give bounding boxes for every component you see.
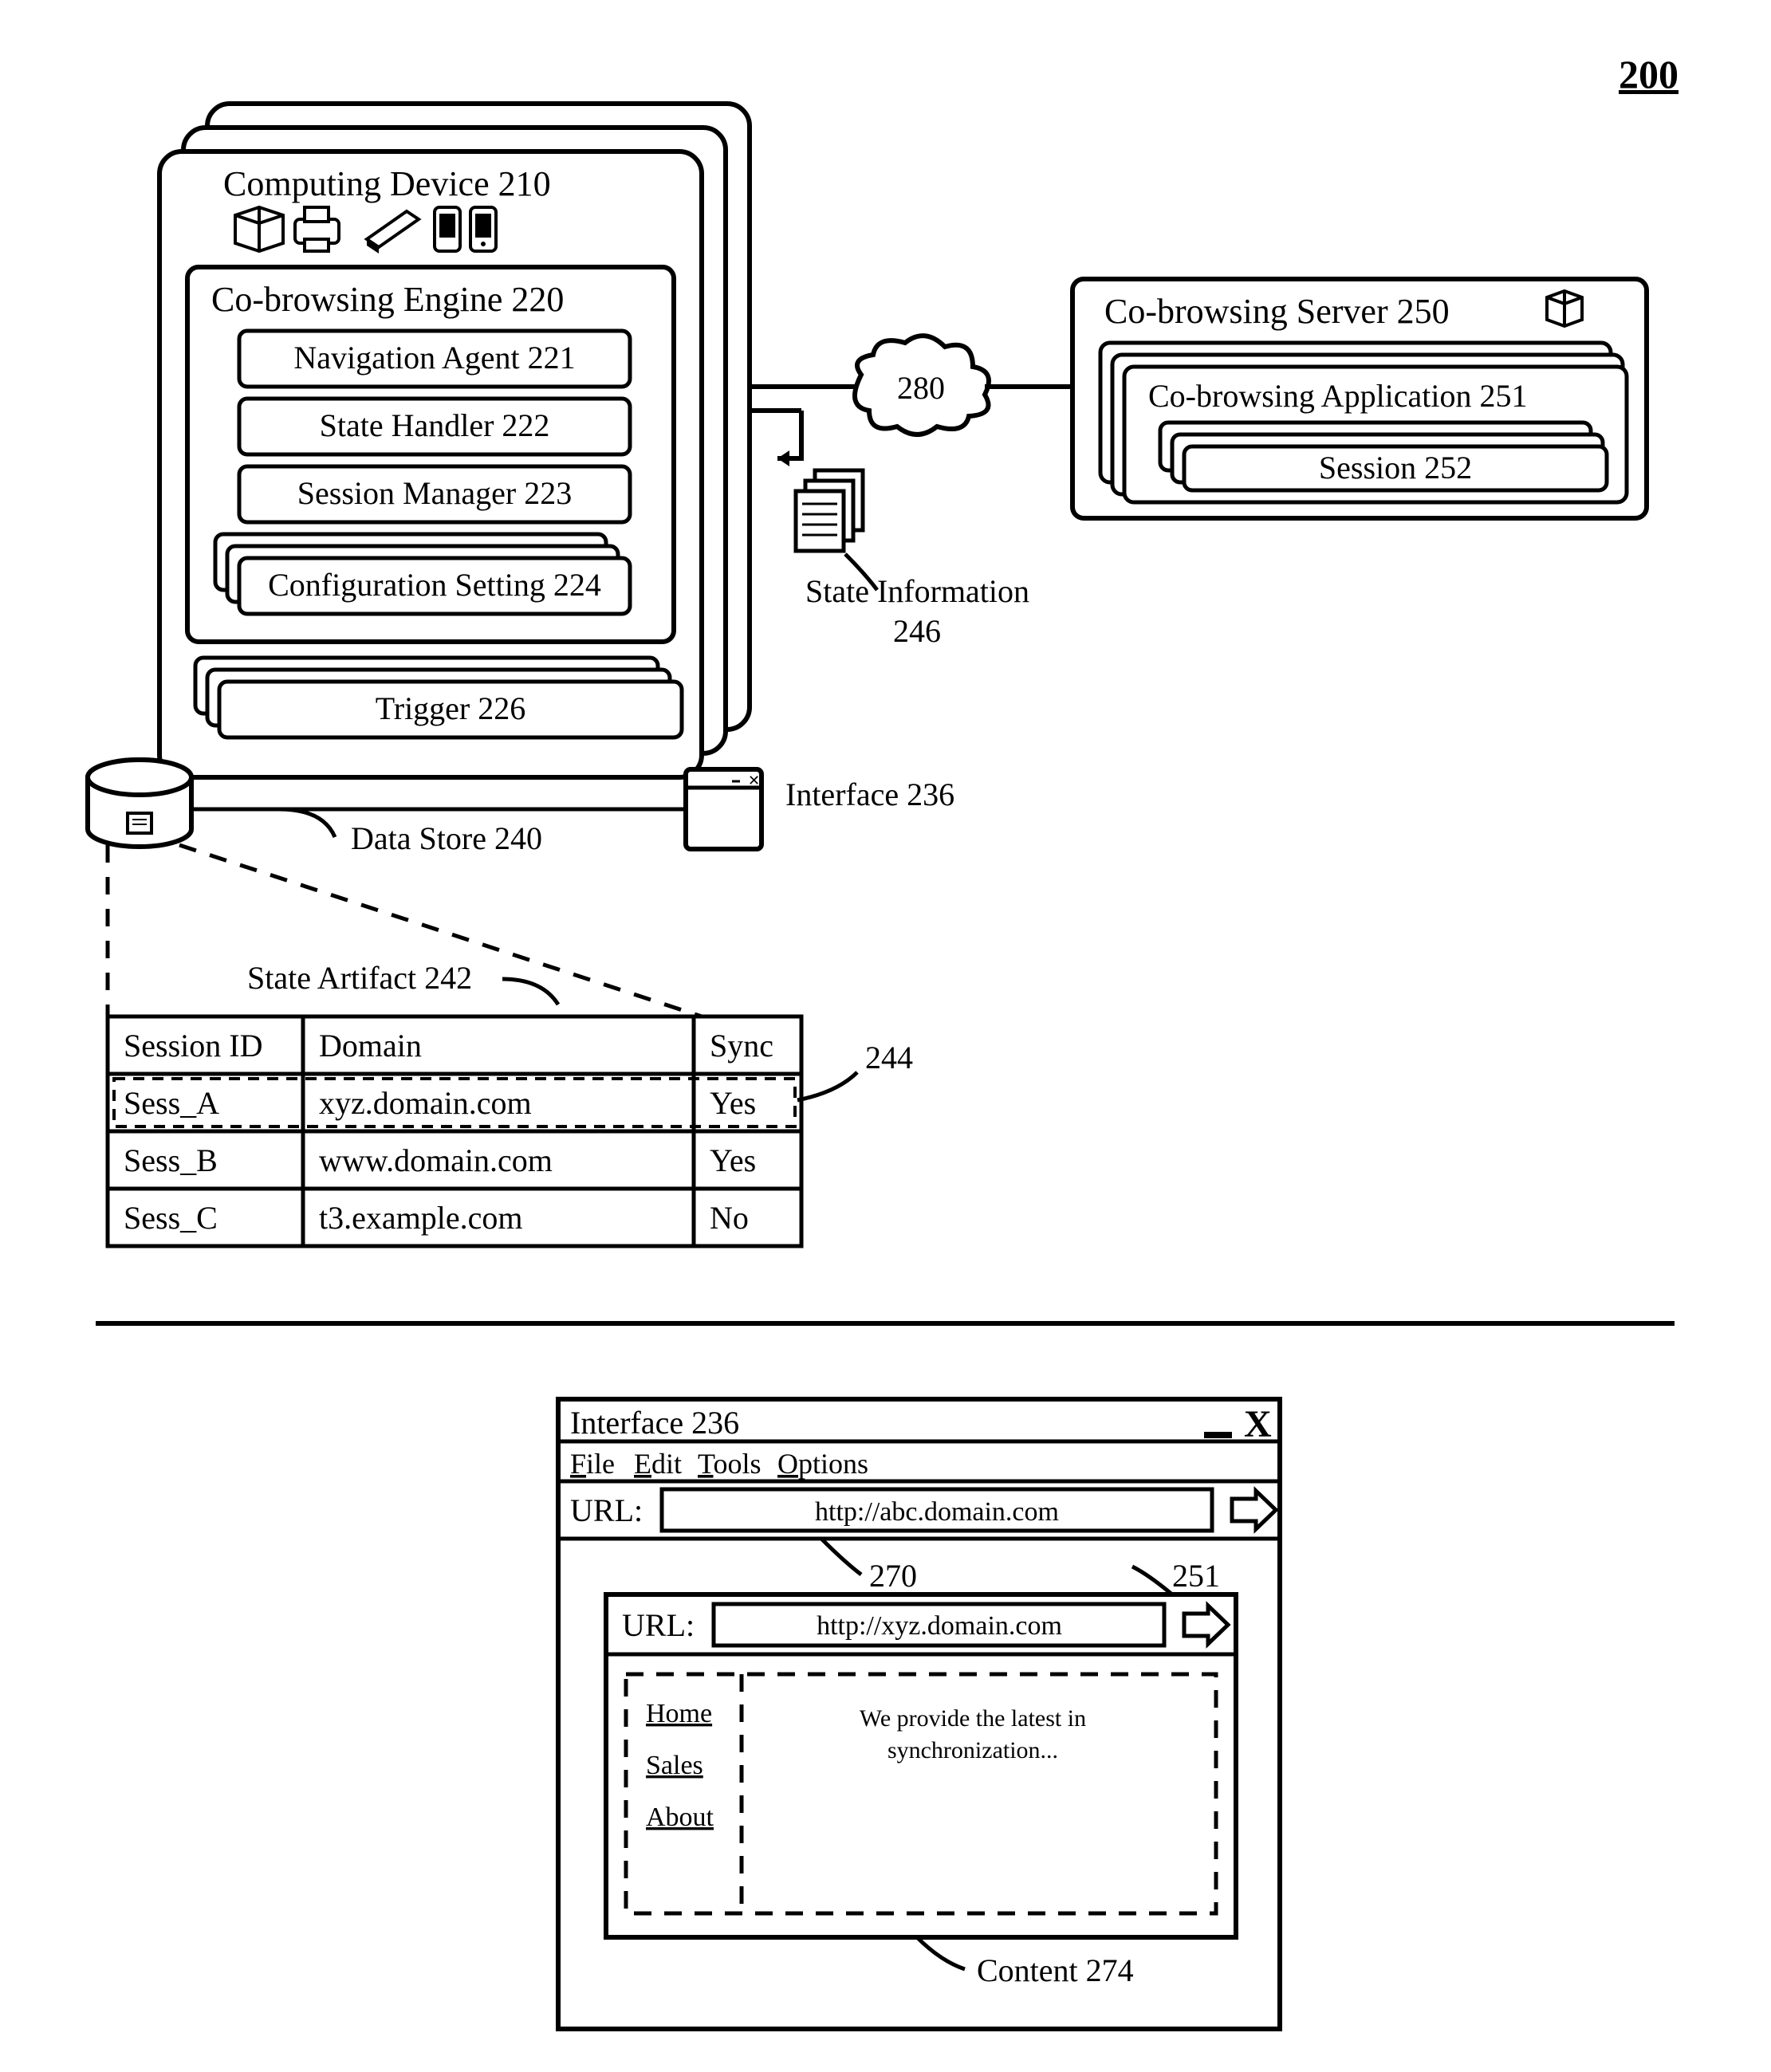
- browser-window: Interface 236 X File Edit Tools Options …: [558, 1399, 1280, 2029]
- table-cell: Yes: [710, 1142, 756, 1178]
- menu-item[interactable]: File: [570, 1448, 615, 1480]
- computing-device-title: Computing Device 210: [223, 164, 551, 203]
- content-text: synchronization...: [887, 1737, 1058, 1763]
- phone-icon: [470, 207, 496, 251]
- table-cell: No: [710, 1200, 749, 1236]
- table-cell: t3.example.com: [319, 1200, 522, 1236]
- phone-icon: [435, 207, 460, 251]
- row-ref: 244: [865, 1040, 913, 1075]
- state-info-num: 246: [893, 613, 941, 649]
- nav-link[interactable]: Sales: [646, 1751, 703, 1780]
- menu-item[interactable]: Edit: [634, 1448, 682, 1480]
- state-info-label: State Information: [805, 573, 1029, 609]
- table-header: Session ID: [124, 1028, 262, 1064]
- interface-label: Interface 236: [785, 777, 954, 812]
- interface-mini-window: ✕: [686, 769, 762, 849]
- content-text: We provide the latest in: [860, 1705, 1086, 1732]
- table-cell: www.domain.com: [319, 1142, 553, 1178]
- content-label: Content 274: [977, 1952, 1134, 1988]
- table-cell: Sess_A: [124, 1085, 219, 1121]
- outer-url-ref: 270: [869, 1558, 917, 1594]
- state-artifact-table: Session ID Domain Sync Sess_A xyz.domain…: [108, 1016, 801, 1246]
- close-icon[interactable]: X: [1244, 1403, 1272, 1445]
- engine-item: Session Manager 223: [297, 475, 572, 511]
- engine-item: Navigation Agent 221: [293, 340, 575, 375]
- nav-link[interactable]: About: [646, 1803, 714, 1832]
- network-label: 280: [897, 370, 945, 406]
- menu-item[interactable]: Tools: [698, 1448, 762, 1480]
- cube-icon: [235, 207, 283, 251]
- engine-items: Navigation Agent 221 State Handler 222 S…: [215, 331, 630, 614]
- server-app-title: Co-browsing Application 251: [1148, 378, 1528, 414]
- session-label: Session 252: [1319, 450, 1472, 486]
- table-cell: Sess_C: [124, 1200, 218, 1236]
- server-title: Co-browsing Server 250: [1104, 292, 1450, 331]
- engine-title: Co-browsing Engine 220: [211, 280, 564, 319]
- url-label: URL:: [570, 1492, 643, 1528]
- table-cell: xyz.domain.com: [319, 1085, 532, 1121]
- network-cloud: 280: [855, 336, 989, 434]
- menu-item[interactable]: Options: [777, 1448, 868, 1480]
- datastore-icon: [88, 760, 191, 847]
- url-label: URL:: [622, 1607, 695, 1643]
- table-cell: Yes: [710, 1085, 756, 1121]
- datastore-label: Data Store 240: [351, 820, 542, 856]
- session-stack: Session 252: [1160, 423, 1607, 490]
- trigger-label: Trigger 226: [376, 690, 526, 726]
- trigger-box: Trigger 226: [195, 658, 682, 737]
- server-cube-icon: [1547, 291, 1582, 326]
- outer-url-value: http://abc.domain.com: [815, 1497, 1059, 1527]
- table-header: Domain: [319, 1028, 422, 1064]
- table-header: Sync: [710, 1028, 773, 1064]
- inner-ref: 251: [1172, 1558, 1220, 1594]
- state-artifact-label: State Artifact 242: [247, 960, 472, 996]
- svg-text:✕: ✕: [748, 773, 760, 788]
- inner-url-value: http://xyz.domain.com: [817, 1611, 1062, 1641]
- state-info-docs: [777, 442, 863, 551]
- figure-number: 200: [1619, 52, 1679, 96]
- engine-item: State Handler 222: [320, 407, 550, 443]
- engine-item: Configuration Setting 224: [268, 567, 601, 603]
- browser-title: Interface 236: [570, 1405, 739, 1441]
- nav-link[interactable]: Home: [646, 1699, 712, 1728]
- table-cell: Sess_B: [124, 1142, 218, 1178]
